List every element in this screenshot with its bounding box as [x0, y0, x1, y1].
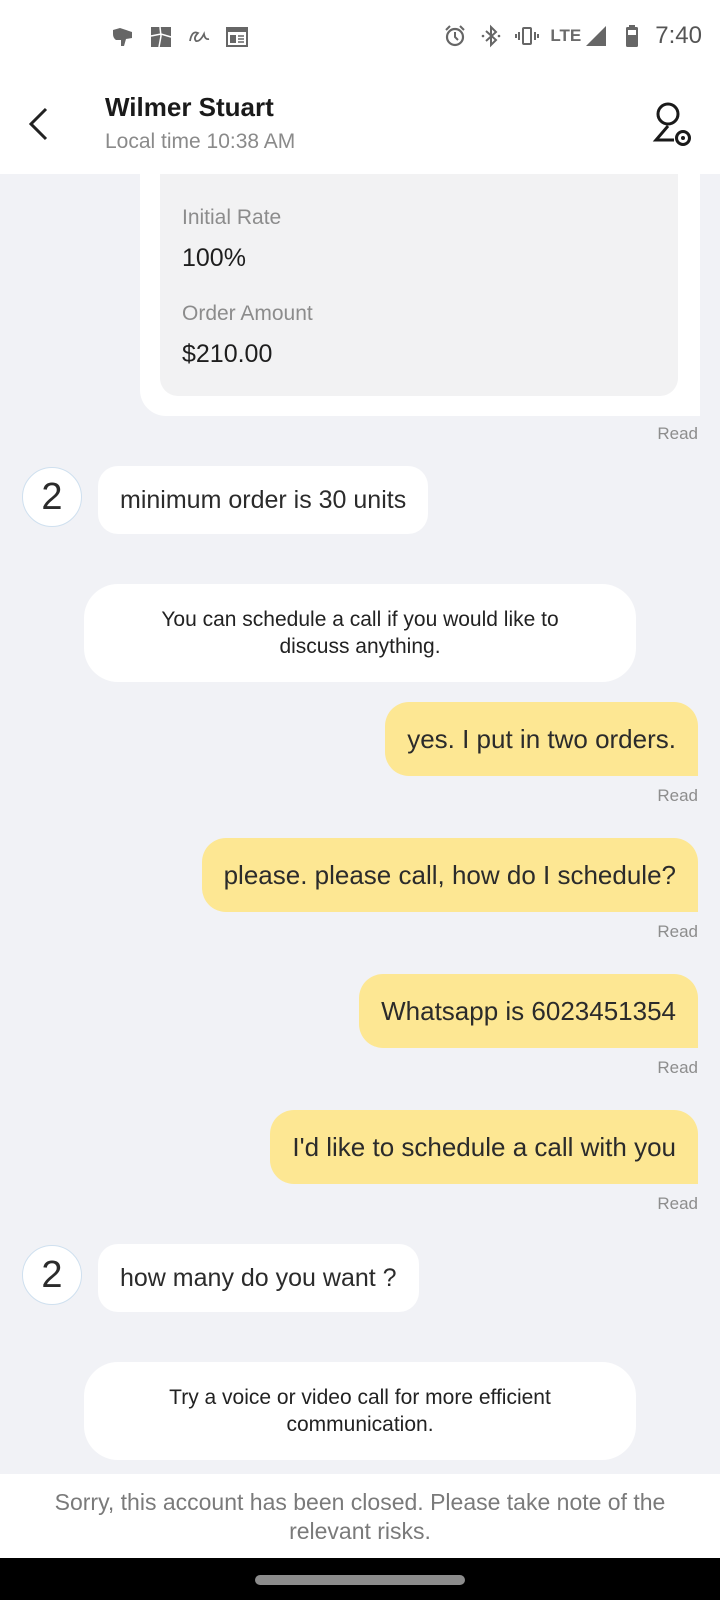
alarm-icon [442, 23, 468, 49]
order-details: Initial Rate 100% Order Amount $210.00 [160, 174, 678, 396]
patchwork-app-icon [148, 24, 174, 50]
battery-icon [619, 23, 645, 49]
sender-avatar[interactable]: 2 [22, 1245, 82, 1305]
initial-rate-value: 100% [182, 244, 246, 272]
user-settings-icon [652, 102, 691, 146]
network-type: LTE [550, 26, 582, 45]
signal-icon [583, 23, 609, 49]
chat-messages[interactable]: Initial Rate 100% Order Amount $210.00 R… [0, 174, 720, 1474]
outgoing-message[interactable]: Whatsapp is 6023451354 [359, 974, 698, 1048]
read-receipt: Read [657, 424, 698, 443]
clock: 7:40 [655, 22, 702, 49]
incoming-message[interactable]: minimum order is 30 units [98, 466, 429, 534]
sender-avatar[interactable]: 2 [22, 467, 82, 527]
system-tip: Try a voice or video call for more effic… [84, 1362, 636, 1460]
bluetooth-icon [478, 23, 504, 49]
order-card[interactable]: Initial Rate 100% Order Amount $210.00 [140, 174, 700, 416]
contact-local-time: Local time 10:38 AM [105, 130, 296, 153]
chat-header: Wilmer Stuart Local time 10:38 AM [0, 76, 720, 174]
home-gesture-handle[interactable] [255, 1575, 465, 1585]
system-indicators: LTE 7:40 [442, 22, 702, 50]
outgoing-message[interactable]: I'd like to schedule a call with you [270, 1110, 698, 1184]
read-receipt: Read [657, 1058, 698, 1077]
back-button[interactable] [18, 102, 58, 146]
outgoing-message[interactable]: yes. I put in two orders. [385, 702, 698, 776]
contact-name: Wilmer Stuart [105, 92, 274, 122]
read-receipt: Read [657, 1194, 698, 1213]
alibaba-app-icon [186, 24, 212, 50]
account-closed-notice: Sorry, this account has been closed. Ple… [0, 1474, 720, 1558]
chevron-left-icon [28, 107, 48, 141]
contact-profile-button[interactable] [650, 100, 694, 148]
read-receipt: Read [657, 922, 698, 941]
status-bar: LTE 7:40 [0, 0, 720, 76]
megaphone-icon [110, 24, 136, 50]
initial-rate-label: Initial Rate [182, 206, 282, 229]
system-nav-bar [0, 1558, 720, 1600]
order-amount-value: $210.00 [182, 340, 273, 368]
outgoing-message[interactable]: please. please call, how do I schedule? [201, 838, 698, 912]
system-tip: You can schedule a call if you would lik… [84, 584, 636, 682]
incoming-message[interactable]: how many do you want ? [98, 1244, 419, 1312]
order-amount-label: Order Amount [182, 302, 313, 325]
vibrate-icon [514, 23, 540, 49]
news-calendar-icon [224, 24, 250, 50]
notification-icons [110, 24, 250, 50]
read-receipt: Read [657, 786, 698, 805]
